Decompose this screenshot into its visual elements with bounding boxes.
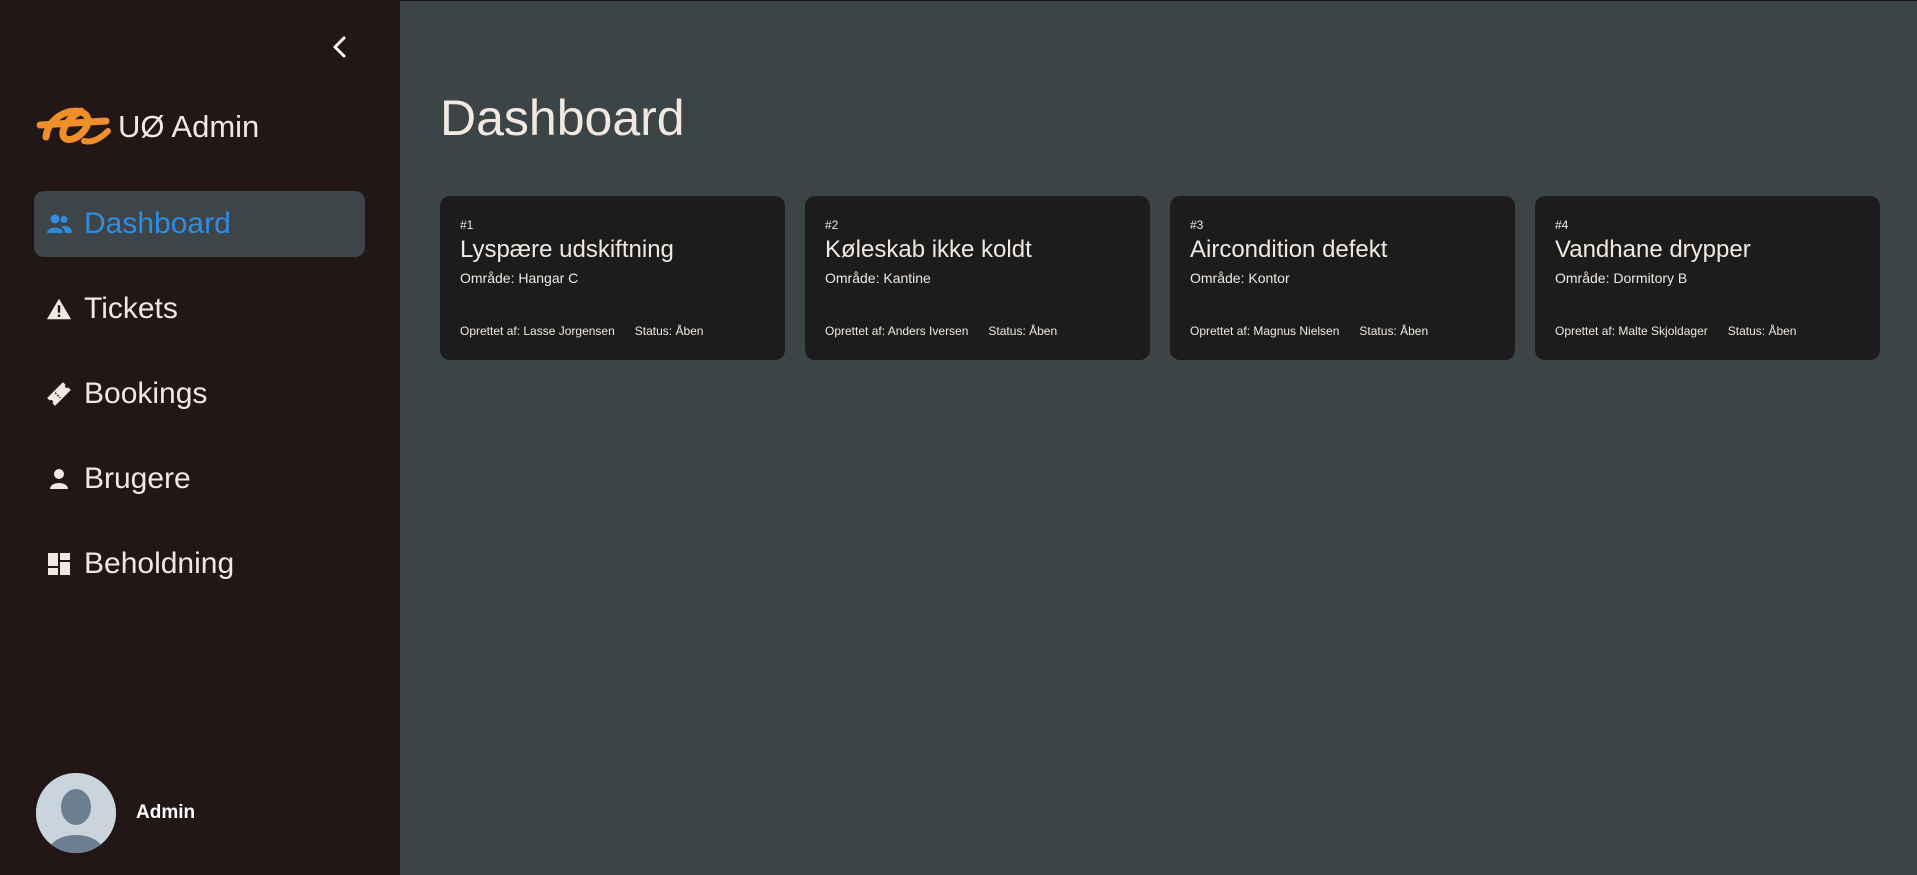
user-avatar-icon	[36, 773, 116, 853]
sidebar-item-label: Dashboard	[84, 207, 231, 240]
ticket-card-list: #1 Lyspære udskiftning Område: Hangar C …	[440, 196, 1880, 360]
sidebar-item-label: Tickets	[84, 292, 178, 325]
ticket-title: Aircondition defekt	[1190, 236, 1388, 263]
ticket-id: #2	[825, 218, 839, 232]
page-title: Dashboard	[440, 90, 685, 146]
ticket-card[interactable]: #3 Aircondition defekt Område: Kontor Op…	[1170, 196, 1515, 360]
ticket-area: Område: Kantine	[825, 270, 931, 286]
ticket-icon	[46, 381, 72, 407]
brand-name: UØ Admin	[118, 109, 260, 144]
ticket-footer: Oprettet af: Lasse Jorgensen Status: Åbe…	[460, 324, 703, 338]
sidebar-item-label: Bookings	[84, 377, 208, 410]
sidebar: UØ Admin Dashboard Tickets Bookings Brug…	[0, 1, 400, 875]
ticket-status: Status: Åben	[634, 324, 704, 338]
ticket-footer: Oprettet af: Anders Iversen Status: Åben	[825, 324, 1057, 338]
sidebar-item-brugere[interactable]: Brugere	[34, 446, 365, 512]
chevron-left-icon	[333, 36, 346, 58]
ticket-title: Vandhane drypper	[1555, 236, 1751, 263]
sidebar-item-dashboard[interactable]: Dashboard	[34, 191, 365, 257]
main-content: Dashboard #1 Lyspære udskiftning Område:…	[400, 1, 1917, 875]
dashboard-grid-icon	[46, 551, 72, 577]
ticket-created-by: Oprettet af: Lasse Jorgensen	[460, 324, 615, 338]
sidebar-item-bookings[interactable]: Bookings	[34, 361, 365, 427]
ticket-card[interactable]: #2 Køleskab ikke koldt Område: Kantine O…	[805, 196, 1150, 360]
sidebar-item-label: Brugere	[84, 462, 191, 495]
ticket-id: #3	[1190, 218, 1204, 232]
ticket-id: #1	[460, 218, 474, 232]
ticket-title: Køleskab ikke koldt	[825, 236, 1032, 263]
ticket-card[interactable]: #4 Vandhane drypper Område: Dormitory B …	[1535, 196, 1880, 360]
ticket-created-by: Oprettet af: Malte Skjoldager	[1555, 324, 1708, 338]
app-window: UØ Admin Dashboard Tickets Bookings Brug…	[0, 0, 1917, 875]
ticket-created-by: Oprettet af: Magnus Nielsen	[1190, 324, 1340, 338]
ticket-title: Lyspære udskiftning	[460, 236, 674, 263]
user-name: Admin	[136, 802, 196, 823]
ticket-created-by: Oprettet af: Anders Iversen	[825, 324, 969, 338]
ticket-id: #4	[1555, 218, 1569, 232]
ticket-footer: Oprettet af: Magnus Nielsen Status: Åben	[1190, 324, 1428, 338]
warning-icon	[46, 296, 72, 322]
person-icon	[46, 466, 72, 492]
ticket-area: Område: Hangar C	[460, 270, 579, 286]
brand-logo-icon	[36, 107, 111, 145]
ticket-card[interactable]: #1 Lyspære udskiftning Område: Hangar C …	[440, 196, 785, 360]
collapse-sidebar-button[interactable]	[322, 29, 358, 65]
ticket-area: Område: Dormitory B	[1555, 270, 1688, 286]
avatar	[36, 773, 116, 853]
sidebar-item-label: Beholdning	[84, 547, 235, 580]
ticket-footer: Oprettet af: Malte Skjoldager Status: Åb…	[1555, 324, 1796, 338]
users-icon	[46, 211, 72, 237]
ticket-area: Område: Kontor	[1190, 270, 1290, 286]
ticket-status: Status: Åben	[1359, 324, 1429, 338]
user-profile[interactable]: Admin	[36, 773, 195, 853]
sidebar-nav: Dashboard Tickets Bookings Brugere Behol…	[34, 191, 365, 616]
brand[interactable]: UØ Admin	[36, 99, 259, 155]
ticket-status: Status: Åben	[1727, 324, 1797, 338]
sidebar-item-beholdning[interactable]: Beholdning	[34, 531, 365, 597]
sidebar-item-tickets[interactable]: Tickets	[34, 276, 365, 342]
ticket-status: Status: Åben	[988, 324, 1058, 338]
